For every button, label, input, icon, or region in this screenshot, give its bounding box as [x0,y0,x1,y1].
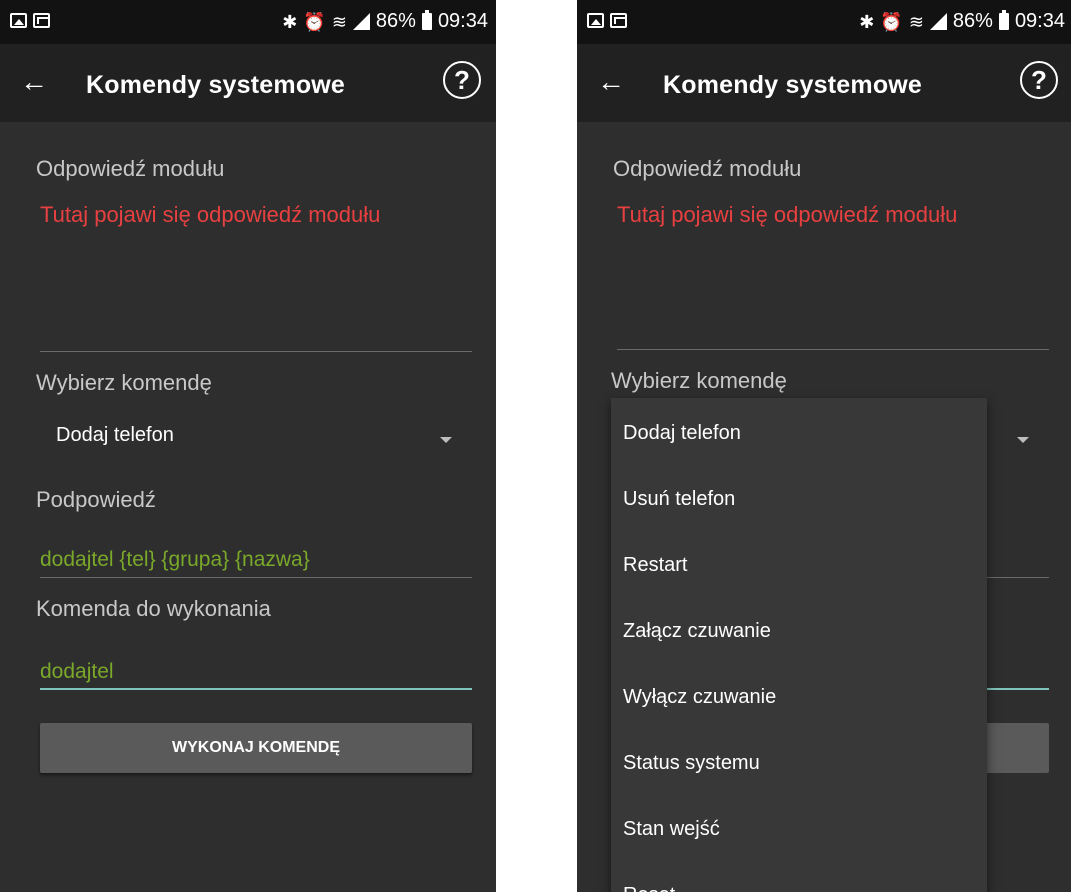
battery-percent: 86% [375,10,416,32]
alarm-icon: ⏰ [303,11,326,32]
arrow-left-icon[interactable]: ← [595,66,627,98]
dropdown-item-reset[interactable]: Reset [623,884,963,892]
command-input[interactable] [40,656,472,690]
execute-command-button[interactable]: WYKONAJ KOMENDĘ [40,723,472,773]
dropdown-item-status-systemu[interactable]: Status systemu [623,752,963,775]
arrow-left-icon[interactable]: ← [18,66,50,98]
help-icon[interactable]: ? [443,61,481,99]
mail-notification-icon [33,13,50,28]
command-spinner-value: Dodaj telefon [56,424,174,446]
notification-icons [10,13,56,31]
dropdown-item-restart[interactable]: Restart [623,554,963,577]
mail-notification-icon [610,13,627,28]
system-icons: ✱ ⏰ ≋ 86% 09:34 [859,10,1065,33]
screen-right: ✱ ⏰ ≋ 86% 09:34 ← Komendy systemowe ? Od… [577,0,1071,892]
module-response-text: Tutaj pojawi się odpowiedź modułu [40,202,381,227]
app-toolbar: ← Komendy systemowe ? [577,44,1071,122]
response-divider [40,351,472,352]
dropdown-item-zalacz-czuwanie[interactable]: Załącz czuwanie [623,620,963,643]
notification-icons [587,13,633,31]
dropdown-arrow-icon [440,437,452,443]
page-title: Komendy systemowe [663,71,923,99]
command-select-label: Wybierz komendę [36,370,212,395]
bluetooth-icon: ✱ [282,11,298,32]
dropdown-item-stan-wejsc[interactable]: Stan wejść [623,818,963,841]
app-toolbar: ← Komendy systemowe ? [0,44,496,122]
image-notification-icon [587,13,604,28]
dropdown-item-usun-telefon[interactable]: Usuń telefon [623,488,963,511]
help-icon[interactable]: ? [1020,61,1058,99]
screen-left: ✱ ⏰ ≋ 86% 09:34 ← Komendy systemowe ? Od… [0,0,496,892]
bluetooth-icon: ✱ [859,11,875,32]
command-input-label: Komenda do wykonania [36,596,271,621]
dropdown-arrow-icon [1017,437,1029,443]
signal-icon [352,13,370,30]
wifi-icon: ≋ [331,11,347,32]
system-icons: ✱ ⏰ ≋ 86% 09:34 [282,10,488,33]
dropdown-item-wylacz-czuwanie[interactable]: Wyłącz czuwanie [623,686,963,709]
battery-icon [421,10,432,30]
hint-text: dodajtel {tel} {grupa} {nazwa} [40,548,310,571]
clock: 09:34 [1014,10,1065,32]
battery-percent: 86% [952,10,993,32]
page-title: Komendy systemowe [86,71,346,99]
module-response-text: Tutaj pojawi się odpowiedź modułu [617,202,958,227]
dropdown-item-dodaj-telefon[interactable]: Dodaj telefon [623,422,963,445]
wifi-icon: ≋ [908,11,924,32]
command-dropdown-list: Dodaj telefon Usuń telefon Restart Załąc… [611,398,987,892]
command-spinner[interactable]: Dodaj telefon [56,424,472,456]
status-bar: ✱ ⏰ ≋ 86% 09:34 [0,0,496,44]
module-response-label: Odpowiedź modułu [613,156,802,181]
battery-icon [998,10,1009,30]
signal-icon [929,13,947,30]
module-response-label: Odpowiedź modułu [36,156,225,181]
alarm-icon: ⏰ [880,11,903,32]
command-select-label: Wybierz komendę [611,368,787,393]
hint-label: Podpowiedź [36,487,156,512]
status-bar: ✱ ⏰ ≋ 86% 09:34 [577,0,1071,44]
clock: 09:34 [437,10,488,32]
image-notification-icon [10,13,27,28]
hint-divider [40,577,472,578]
response-divider [617,349,1049,350]
